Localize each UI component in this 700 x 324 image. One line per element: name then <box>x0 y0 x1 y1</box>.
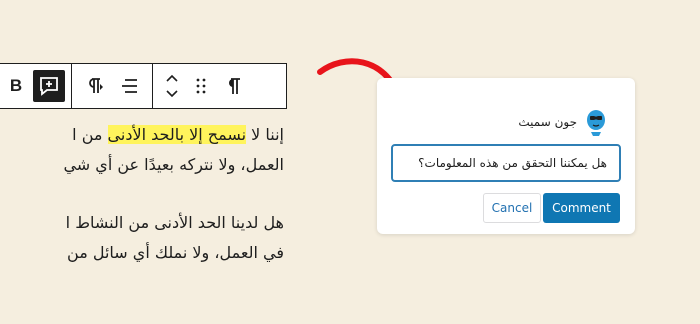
text-direction-button[interactable] <box>78 70 110 102</box>
paragraph-1[interactable]: إننا لا نسمح إلا بالحد الأدنى من ا العمل… <box>0 120 284 180</box>
block-toolbar: B <box>0 63 287 109</box>
paragraph-2-line-2: في العمل، ولا نملك أي سائل من <box>67 243 284 262</box>
paragraph-2[interactable]: هل لدينا الحد الأدنى من النشاط ا في العم… <box>0 208 284 268</box>
author-name: جون سميث <box>518 115 577 129</box>
bold-icon: B <box>9 76 23 95</box>
paragraph-button[interactable] <box>217 70 249 102</box>
drag-handle-icon <box>196 78 206 94</box>
text-segment: إننا لا <box>246 125 284 144</box>
comment-card: جون سميث Cancel Comment <box>377 78 635 234</box>
comment-input[interactable] <box>391 144 621 182</box>
cancel-button[interactable]: Cancel <box>483 193 541 223</box>
align-icon <box>122 79 137 93</box>
paragraph-2-line-1: هل لدينا الحد الأدنى من النشاط ا <box>65 213 284 232</box>
move-up-down-icon <box>166 74 178 98</box>
avatar <box>587 110 605 136</box>
comment-submit-button[interactable]: Comment <box>543 193 620 223</box>
toolbar-group-paragraph <box>72 64 153 108</box>
add-comment-button[interactable] <box>33 70 65 102</box>
paragraph-1-line-2: العمل، ولا نتركه بعيدًا عن أي شي <box>63 155 284 174</box>
move-button[interactable] <box>159 70 185 102</box>
highlighted-text: نسمح إلا بالحد الأدنى <box>107 125 247 144</box>
paragraph-1-line-1: إننا لا نسمح إلا بالحد الأدنى من ا <box>0 120 284 150</box>
paragraph-icon <box>229 78 240 94</box>
text-segment: من ا <box>72 125 108 144</box>
toolbar-group-move <box>153 64 255 108</box>
toolbar-group-format: B <box>0 64 72 108</box>
comment-author: جون سميث <box>518 108 607 136</box>
add-comment-icon <box>40 77 58 96</box>
bold-button[interactable]: B <box>3 70 29 102</box>
text-direction-icon <box>89 78 103 93</box>
drag-handle-button[interactable] <box>189 70 213 102</box>
align-button[interactable] <box>114 70 146 102</box>
